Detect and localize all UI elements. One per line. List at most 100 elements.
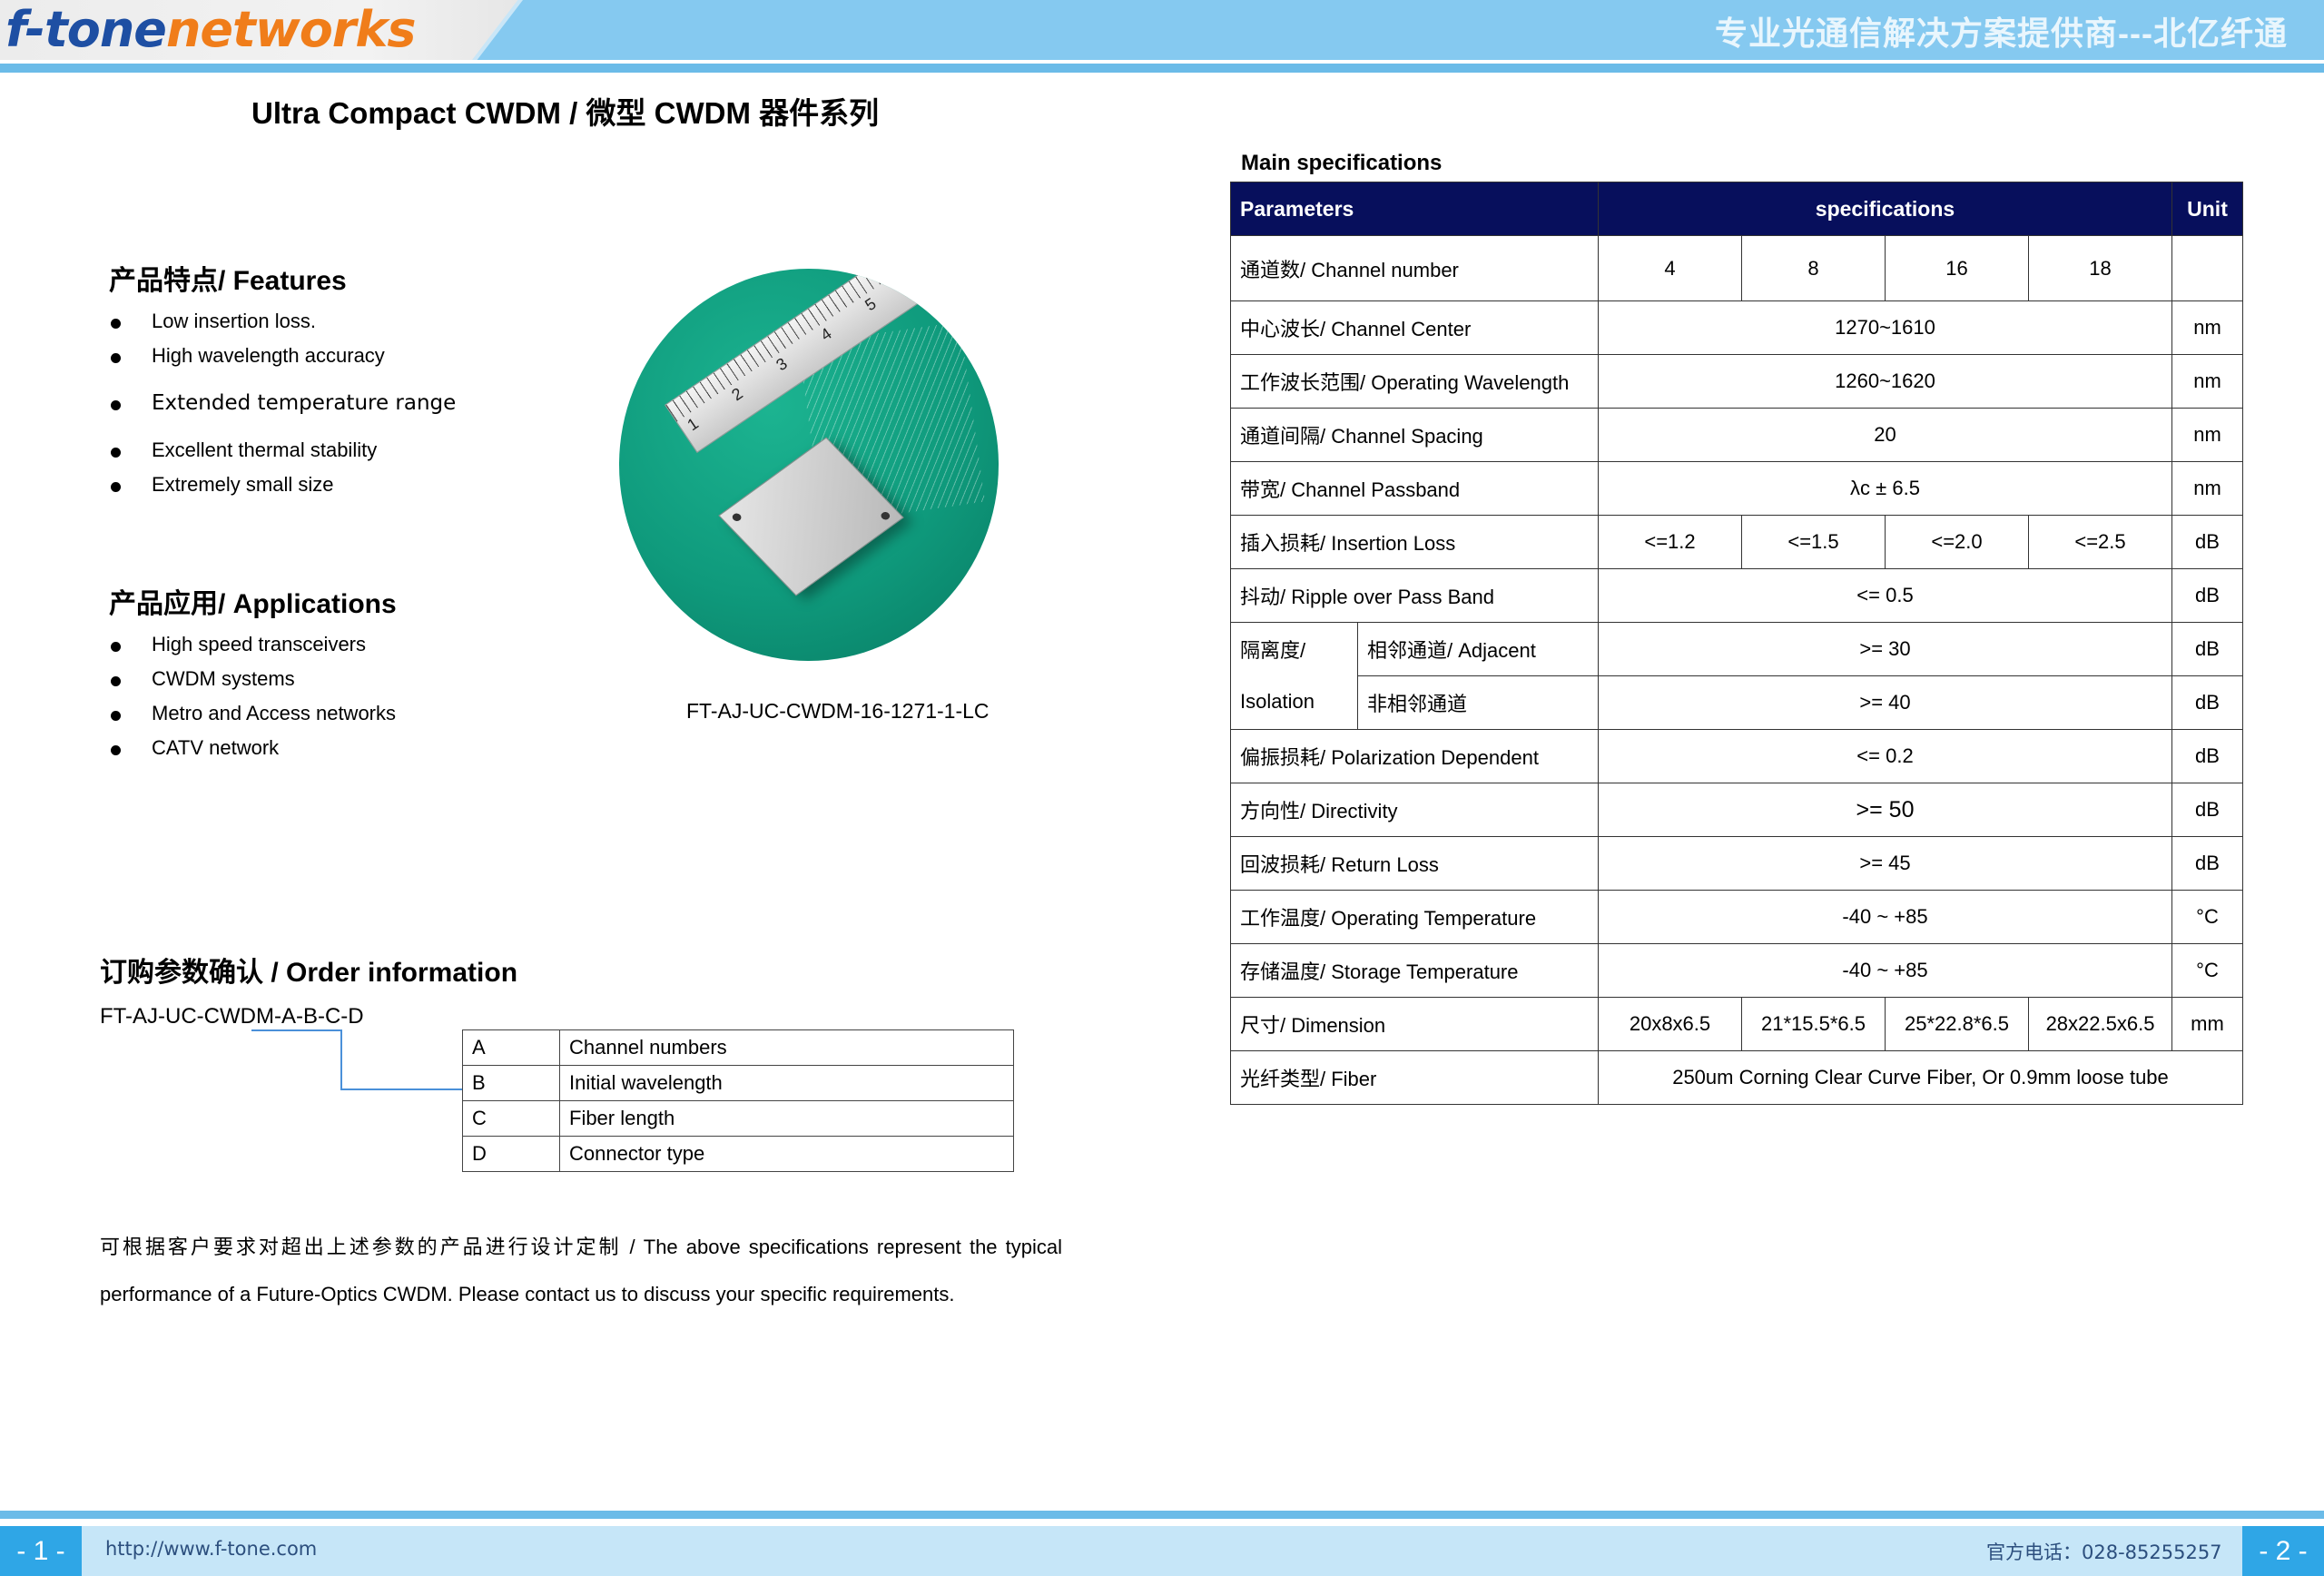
application-item: Metro and Access networks xyxy=(111,702,396,736)
feature-item: Low insertion loss. xyxy=(111,310,456,344)
spec-value: <= 0.5 xyxy=(1598,568,2172,623)
application-item: CATV network xyxy=(111,736,396,771)
footer-website-link[interactable]: http://www.f-tone.com xyxy=(105,1538,317,1560)
spec-unit: mm xyxy=(2171,997,2243,1051)
spec-value: 18 xyxy=(2028,235,2172,301)
order-row: D Connector type xyxy=(462,1136,1014,1172)
param-label: 偏振损耗/ Polarization Dependent xyxy=(1230,729,1599,783)
spec-value: 16 xyxy=(1885,235,2029,301)
header-rule xyxy=(0,64,2324,73)
param-label: 工作波长范围/ Operating Wavelength xyxy=(1230,354,1599,409)
isolation-label-en: Isolation xyxy=(1240,689,1315,713)
param-label: 带宽/ Channel Passband xyxy=(1230,461,1599,516)
company-logo: f-tonenetworks xyxy=(5,2,416,58)
spec-row-operating-wavelength: 工作波长范围/ Operating Wavelength 1260~1620 n… xyxy=(1230,354,2243,409)
footer-band xyxy=(0,1526,2324,1576)
spec-value: >= 50 xyxy=(1598,783,2172,837)
order-table: A Channel numbers B Initial wavelength C… xyxy=(462,1029,1014,1172)
order-connector-line xyxy=(251,1029,341,1031)
param-label: 光纤类型/ Fiber xyxy=(1230,1050,1599,1105)
spec-unit: dB xyxy=(2171,836,2243,891)
photo-caption: FT-AJ-UC-CWDM-16-1271-1-LC xyxy=(686,699,990,723)
spec-value: 8 xyxy=(1741,235,1886,301)
order-code: FT-AJ-UC-CWDM-A-B-C-D xyxy=(100,1004,364,1029)
spec-value: λc ± 6.5 xyxy=(1598,461,2172,516)
order-value: Fiber length xyxy=(559,1100,1014,1137)
spec-value: -40 ~ +85 xyxy=(1598,890,2172,944)
spec-value: >= 40 xyxy=(1598,675,2172,730)
features-heading: 产品特点/ Features xyxy=(109,266,347,296)
spec-caption: Main specifications xyxy=(1241,151,1443,175)
isolation-label-cn: 隔离度/ xyxy=(1240,638,1306,662)
order-key: B xyxy=(462,1065,560,1101)
param-label: 工作温度/ Operating Temperature xyxy=(1230,890,1599,944)
order-key: D xyxy=(462,1136,560,1172)
param-label: 中心波长/ Channel Center xyxy=(1230,300,1599,355)
spec-row-dimension: 尺寸/ Dimension 20x8x6.5 21*15.5*6.5 25*22… xyxy=(1230,997,2243,1051)
param-label: 通道数/ Channel number xyxy=(1230,235,1599,301)
param-label: 插入损耗/ Insertion Loss xyxy=(1230,515,1599,569)
application-item: CWDM systems xyxy=(111,667,396,702)
spec-unit: nm xyxy=(2171,461,2243,516)
param-label: 存储温度/ Storage Temperature xyxy=(1230,943,1599,998)
order-value: Connector type xyxy=(559,1136,1014,1172)
spec-value: 1260~1620 xyxy=(1598,354,2172,409)
param-label: 非相邻通道 xyxy=(1357,675,1599,730)
spec-unit: °C xyxy=(2171,890,2243,944)
order-row: A Channel numbers xyxy=(462,1029,1014,1066)
feature-item: High wavelength accuracy xyxy=(111,344,456,391)
param-label: 相邻通道/ Adjacent xyxy=(1357,622,1599,676)
page-title: Ultra Compact CWDM / 微型 CWDM 器件系列 xyxy=(251,96,880,130)
spec-unit: dB xyxy=(2171,783,2243,837)
spec-value: <=1.2 xyxy=(1598,515,1742,569)
order-connector-line xyxy=(340,1088,463,1090)
spec-row-fiber: 光纤类型/ Fiber 250um Corning Clear Curve Fi… xyxy=(1230,1050,2243,1105)
spec-value: 20 xyxy=(1598,408,2172,462)
customization-note: 可根据客户要求对超出上述参数的产品进行设计定制 / The above spec… xyxy=(100,1236,1062,1305)
spec-unit: nm xyxy=(2171,408,2243,462)
spec-value: -40 ~ +85 xyxy=(1598,943,2172,998)
spec-unit: °C xyxy=(2171,943,2243,998)
spec-row-polarization: 偏振损耗/ Polarization Dependent <= 0.2 dB xyxy=(1230,729,2243,783)
spec-header-row: Parameters specifications Unit xyxy=(1230,182,2243,236)
applications-heading: 产品应用/ Applications xyxy=(109,589,397,619)
spec-value: 1270~1610 xyxy=(1598,300,2172,355)
order-value: Initial wavelength xyxy=(559,1065,1014,1101)
feature-item: Excellent thermal stability xyxy=(111,438,456,473)
features-list: Low insertion loss. High wavelength accu… xyxy=(111,310,456,507)
param-label: 抖动/ Ripple over Pass Band xyxy=(1230,568,1599,623)
spec-row-channel-passband: 带宽/ Channel Passband λc ± 6.5 nm xyxy=(1230,461,2243,516)
spec-row-storage-temperature: 存储温度/ Storage Temperature -40 ~ +85 °C xyxy=(1230,943,2243,998)
spec-value: 25*22.8*6.5 xyxy=(1885,997,2029,1051)
param-label: 回波损耗/ Return Loss xyxy=(1230,836,1599,891)
spec-value: 21*15.5*6.5 xyxy=(1741,997,1886,1051)
application-item: High speed transceivers xyxy=(111,633,396,667)
spec-unit: nm xyxy=(2171,354,2243,409)
order-key: C xyxy=(462,1100,560,1137)
footer-rule xyxy=(0,1511,2324,1519)
spec-unit xyxy=(2171,235,2243,301)
page-number-left: - 1 - xyxy=(0,1526,82,1576)
spec-row-isolation-non-adjacent: 非相邻通道 >= 40 dB xyxy=(1231,675,2243,730)
spec-value: 250um Corning Clear Curve Fiber, Or 0.9m… xyxy=(1598,1050,2243,1105)
spec-row-insertion-loss: 插入损耗/ Insertion Loss <=1.2 <=1.5 <=2.0 <… xyxy=(1230,515,2243,569)
page-number-right: - 2 - xyxy=(2242,1526,2324,1576)
order-key: A xyxy=(462,1029,560,1066)
order-value: Channel numbers xyxy=(559,1029,1014,1066)
spec-row-ripple: 抖动/ Ripple over Pass Band <= 0.5 dB xyxy=(1230,568,2243,623)
spec-table: Parameters specifications Unit 通道数/ Chan… xyxy=(1230,182,2243,1105)
feature-item: Extended temperature range xyxy=(111,391,456,438)
order-connector-line xyxy=(340,1029,342,1089)
spec-row-operating-temperature: 工作温度/ Operating Temperature -40 ~ +85 °C xyxy=(1230,890,2243,944)
spec-row-channel-number: 通道数/ Channel number 4 8 16 18 xyxy=(1230,235,2243,301)
spec-value: <=2.0 xyxy=(1885,515,2029,569)
product-photo: 1 2 3 4 5 6 7 8 xyxy=(619,269,999,661)
spec-value: 4 xyxy=(1598,235,1742,301)
spec-value: 20x8x6.5 xyxy=(1598,997,1742,1051)
param-label: 尺寸/ Dimension xyxy=(1230,997,1599,1051)
spec-unit: dB xyxy=(2171,675,2243,730)
spec-value: <=2.5 xyxy=(2028,515,2172,569)
spec-value: 28x22.5x6.5 xyxy=(2028,997,2172,1051)
spec-row-channel-spacing: 通道间隔/ Channel Spacing 20 nm xyxy=(1230,408,2243,462)
header-parameters: Parameters xyxy=(1230,182,1599,236)
